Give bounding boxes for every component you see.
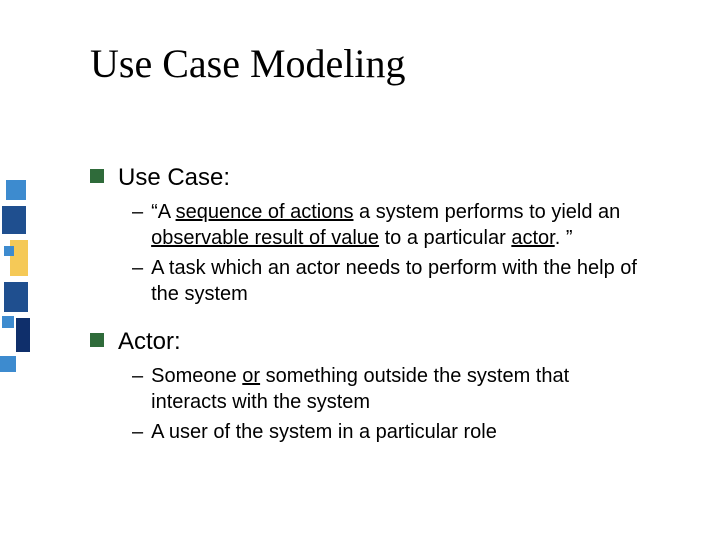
sub-item-text: A task which an actor needs to perform w… — [151, 255, 650, 307]
text-fragment: “A — [151, 201, 175, 223]
text-fragment: to a particular — [379, 227, 511, 249]
sub-item-text: Someone or something outside the system … — [151, 363, 650, 415]
deco-square — [2, 206, 26, 234]
slide: Use Case Modeling Use Case: – “A sequenc… — [0, 0, 720, 540]
deco-square — [4, 282, 28, 312]
bullet-actor: Actor: — [90, 327, 650, 357]
dash-icon: – — [132, 363, 143, 389]
deco-square — [4, 246, 14, 256]
deco-square — [2, 316, 14, 328]
underlined-text: or — [242, 365, 260, 387]
slide-content: Use Case: – “A sequence of actions a sys… — [90, 145, 650, 449]
sub-list: – Someone or something outside the syste… — [132, 363, 650, 445]
bullet-square-icon — [90, 333, 104, 347]
underlined-text: sequence of actions — [176, 201, 354, 223]
bullet-use-case: Use Case: — [90, 163, 650, 193]
sub-item-text: “A sequence of actions a system performs… — [151, 199, 650, 251]
sub-list: – “A sequence of actions a system perfor… — [132, 199, 650, 307]
underlined-text: actor — [511, 227, 554, 249]
dash-icon: – — [132, 255, 143, 281]
bullet-heading: Use Case: — [118, 163, 230, 193]
dash-icon: – — [132, 419, 143, 445]
text-fragment: . ” — [555, 227, 573, 249]
sub-item: – A user of the system in a particular r… — [132, 419, 650, 445]
bullet-heading: Actor: — [118, 327, 181, 357]
sub-item: – Someone or something outside the syste… — [132, 363, 650, 415]
deco-square — [0, 356, 16, 372]
text-fragment: Someone — [151, 365, 242, 387]
text-fragment: a system performs to yield an — [353, 201, 620, 223]
bullet-square-icon — [90, 169, 104, 183]
slide-title: Use Case Modeling — [90, 40, 406, 87]
dash-icon: – — [132, 199, 143, 225]
sidebar-decoration — [0, 0, 34, 540]
underlined-text: observable result of value — [151, 227, 379, 249]
sub-item-text: A user of the system in a particular rol… — [151, 419, 497, 445]
deco-square — [16, 318, 30, 352]
sub-item: – “A sequence of actions a system perfor… — [132, 199, 650, 251]
sub-item: – A task which an actor needs to perform… — [132, 255, 650, 307]
deco-square — [6, 180, 26, 200]
